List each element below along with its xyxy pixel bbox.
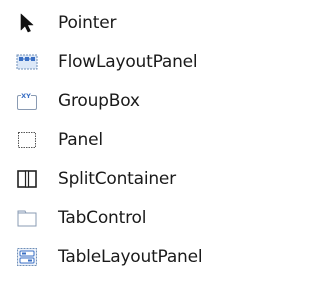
toolbox-item-splitcontainer[interactable]: SplitContainer: [0, 160, 254, 198]
toolbox-item-flowlayoutpanel[interactable]: FlowLayoutPanel: [0, 43, 254, 81]
toolbox-item-groupbox[interactable]: XY GroupBox: [0, 82, 254, 120]
toolbox-item-label: FlowLayoutPanel: [58, 52, 198, 72]
toolbox-item-tabcontrol[interactable]: TabControl: [0, 199, 254, 237]
flowlayoutpanel-icon: [16, 52, 38, 72]
toolbox-item-pointer[interactable]: Pointer: [0, 4, 254, 42]
tabcontrol-icon: [16, 208, 38, 228]
toolbox-item-label: Pointer: [58, 13, 117, 33]
splitcontainer-icon: [16, 169, 38, 189]
groupbox-icon: XY: [16, 91, 38, 111]
svg-text:XY: XY: [21, 92, 31, 100]
panel-icon: [16, 130, 38, 150]
toolbox-panel: Pointer FlowLayoutPanel XY GroupBox Pane…: [0, 0, 254, 288]
toolbox-item-label: GroupBox: [58, 91, 140, 111]
pointer-icon: [16, 13, 38, 33]
toolbox-item-label: TableLayoutPanel: [58, 247, 203, 267]
tablelayoutpanel-icon: [16, 247, 38, 267]
toolbox-item-label: SplitContainer: [58, 169, 176, 189]
toolbox-item-tablelayoutpanel[interactable]: TableLayoutPanel: [0, 238, 254, 276]
toolbox-item-label: Panel: [58, 130, 103, 150]
toolbox-item-panel[interactable]: Panel: [0, 121, 254, 159]
toolbox-item-label: TabControl: [58, 208, 147, 228]
